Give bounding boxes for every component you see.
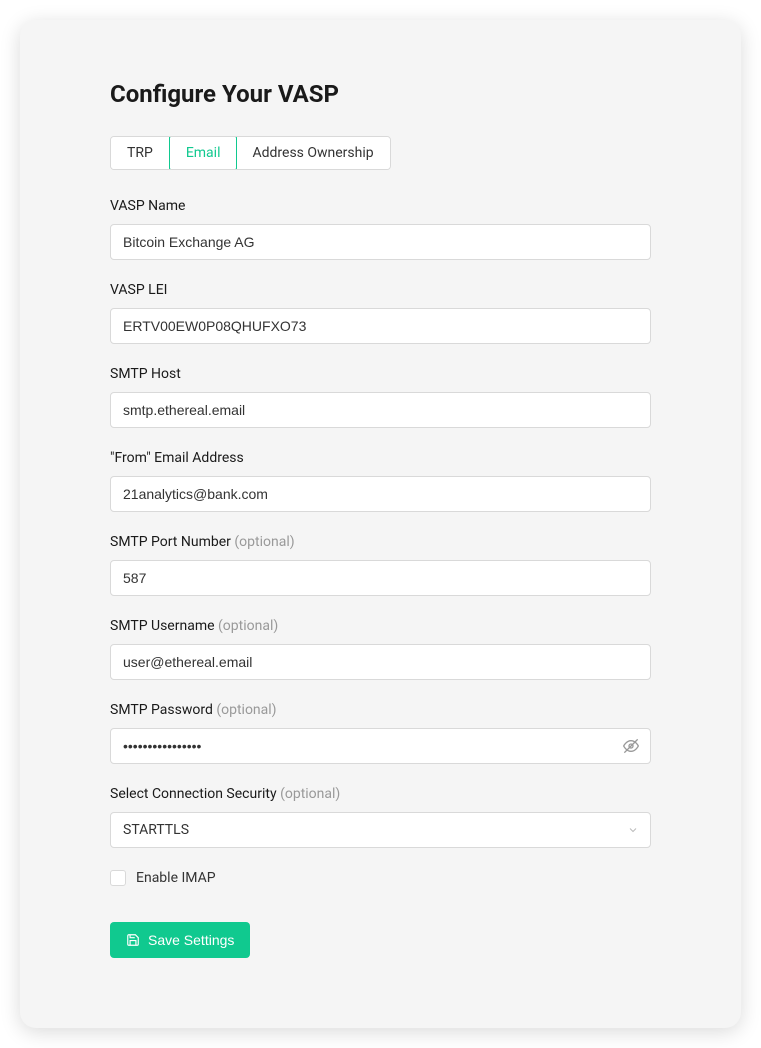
label-vasp-lei: VASP LEI xyxy=(110,282,651,298)
password-wrapper xyxy=(110,728,651,764)
save-button-label: Save Settings xyxy=(148,932,234,948)
field-vasp-lei: VASP LEI xyxy=(110,282,651,344)
label-smtp-password: SMTP Password (optional) xyxy=(110,702,651,718)
field-connection-security: Select Connection Security (optional) ST… xyxy=(110,786,651,848)
eye-off-icon[interactable] xyxy=(623,738,639,754)
checkbox-enable-imap[interactable] xyxy=(110,870,126,886)
field-smtp-host: SMTP Host xyxy=(110,366,651,428)
tab-email[interactable]: Email xyxy=(169,136,238,170)
label-smtp-username: SMTP Username (optional) xyxy=(110,618,651,634)
label-text-smtp-password: SMTP Password xyxy=(110,702,213,718)
input-vasp-lei[interactable] xyxy=(110,308,651,344)
page-title: Configure Your VASP xyxy=(110,80,651,108)
label-smtp-host: SMTP Host xyxy=(110,366,651,382)
input-from-email[interactable] xyxy=(110,476,651,512)
optional-smtp-port: (optional) xyxy=(234,534,294,550)
label-text-smtp-username: SMTP Username xyxy=(110,618,215,634)
field-smtp-username: SMTP Username (optional) xyxy=(110,618,651,680)
field-smtp-port: SMTP Port Number (optional) xyxy=(110,534,651,596)
field-from-email: "From" Email Address xyxy=(110,450,651,512)
tab-trp[interactable]: TRP xyxy=(111,137,170,169)
tab-address-ownership[interactable]: Address Ownership xyxy=(236,137,389,169)
field-smtp-password: SMTP Password (optional) xyxy=(110,702,651,764)
label-text-connection-security: Select Connection Security xyxy=(110,786,277,802)
save-icon xyxy=(126,933,140,947)
save-button[interactable]: Save Settings xyxy=(110,922,250,958)
input-smtp-username[interactable] xyxy=(110,644,651,680)
label-from-email: "From" Email Address xyxy=(110,450,651,466)
config-card: Configure Your VASP TRP Email Address Ow… xyxy=(20,20,741,1028)
input-vasp-name[interactable] xyxy=(110,224,651,260)
input-smtp-password[interactable] xyxy=(110,728,651,764)
optional-smtp-username: (optional) xyxy=(218,618,278,634)
label-connection-security: Select Connection Security (optional) xyxy=(110,786,651,802)
field-enable-imap: Enable IMAP xyxy=(110,870,651,886)
tabs: TRP Email Address Ownership xyxy=(110,136,391,170)
select-wrapper: STARTTLS xyxy=(110,812,651,848)
input-smtp-host[interactable] xyxy=(110,392,651,428)
select-connection-security[interactable]: STARTTLS xyxy=(110,812,651,848)
field-vasp-name: VASP Name xyxy=(110,198,651,260)
label-vasp-name: VASP Name xyxy=(110,198,651,214)
input-smtp-port[interactable] xyxy=(110,560,651,596)
optional-connection-security: (optional) xyxy=(280,786,340,802)
label-smtp-port: SMTP Port Number (optional) xyxy=(110,534,651,550)
optional-smtp-password: (optional) xyxy=(216,702,276,718)
label-text-smtp-port: SMTP Port Number xyxy=(110,534,231,550)
label-enable-imap: Enable IMAP xyxy=(136,870,216,886)
